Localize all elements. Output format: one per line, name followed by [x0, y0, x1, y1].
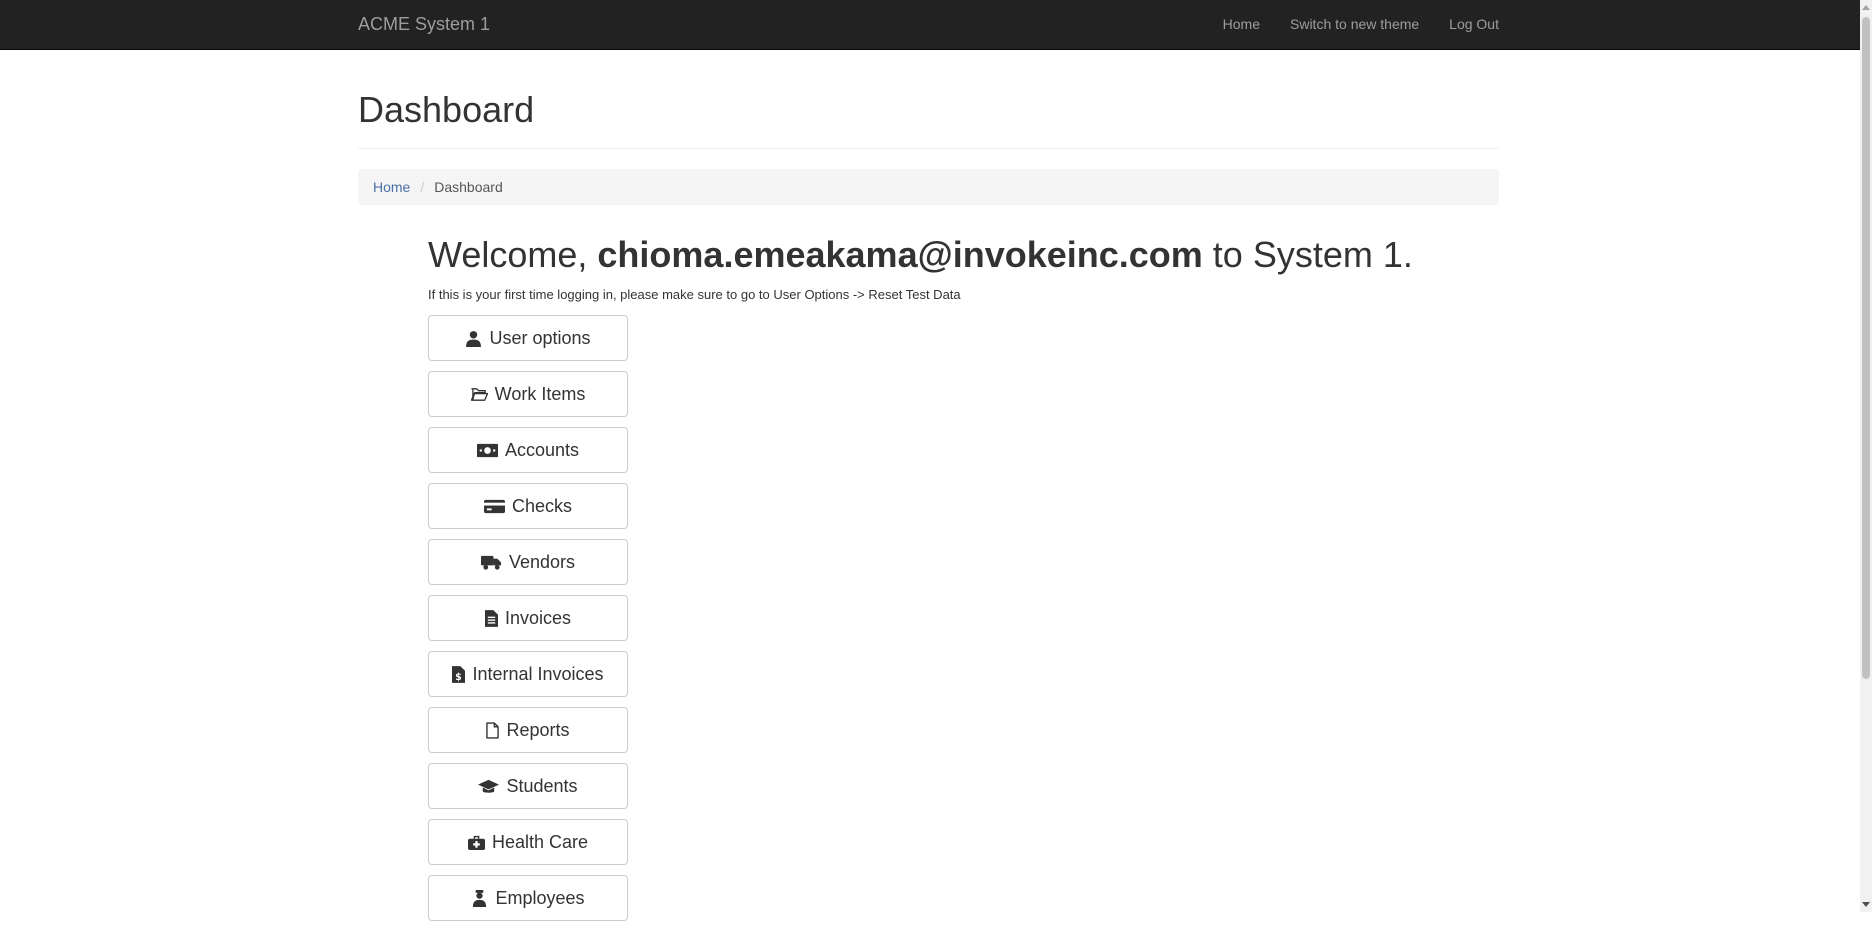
user-nurse-icon: [473, 889, 487, 907]
file-invoice-dollar-icon: $: [452, 665, 466, 683]
employees-button[interactable]: Employees: [428, 875, 628, 921]
svg-text:$: $: [456, 672, 462, 683]
welcome-prefix: Welcome,: [428, 234, 588, 275]
work-items-button[interactable]: Work Items: [428, 371, 628, 417]
scrollbar-thumb[interactable]: [1862, 17, 1870, 679]
health-care-button[interactable]: Health Care: [428, 819, 628, 865]
graduation-cap-icon: [478, 779, 500, 793]
user-options-button[interactable]: User options: [428, 315, 628, 361]
navbar-links: Home Switch to new theme Log Out: [1223, 16, 1499, 32]
invoices-button[interactable]: Invoices: [428, 595, 628, 641]
money-bill-icon: [476, 443, 498, 457]
internal-invoices-button[interactable]: $ Internal Invoices: [428, 651, 628, 697]
dashboard-button-list: User options Work Items Accounts Checks …: [428, 315, 628, 931]
welcome-suffix: to System 1.: [1212, 234, 1413, 275]
brand-link[interactable]: ACME System 1: [358, 14, 490, 35]
accounts-label: Accounts: [504, 439, 580, 460]
vendors-label: Vendors: [508, 551, 576, 572]
invoices-label: Invoices: [504, 607, 572, 628]
breadcrumb-current: Dashboard: [434, 179, 503, 195]
file-icon: [486, 721, 500, 739]
students-label: Students: [506, 775, 578, 796]
health-care-label: Health Care: [491, 831, 589, 852]
reports-label: Reports: [506, 719, 570, 740]
internal-invoices-label: Internal Invoices: [472, 663, 604, 684]
welcome-heading: Welcome, chioma.emeakama@invokeinc.com t…: [428, 235, 1413, 275]
page-title: Dashboard: [358, 89, 535, 130]
top-navbar: ACME System 1 Home Switch to new theme L…: [0, 0, 1860, 50]
vertical-scrollbar[interactable]: [1860, 0, 1872, 912]
welcome-user: chioma.emeakama@invokeinc.com: [597, 234, 1203, 275]
vendors-button[interactable]: Vendors: [428, 539, 628, 585]
main-container: Dashboard Home / Dashboard Welcome, chio…: [358, 50, 1499, 921]
first-login-hint: If this is your first time logging in, p…: [428, 287, 961, 302]
user-icon: [466, 330, 482, 347]
accounts-button[interactable]: Accounts: [428, 427, 628, 473]
employees-label: Employees: [495, 887, 585, 908]
user-options-label: User options: [489, 327, 591, 348]
file-invoice-icon: [484, 609, 498, 627]
breadcrumb-separator: /: [420, 179, 425, 195]
credit-card-icon: [483, 499, 505, 513]
nav-home-link[interactable]: Home: [1223, 16, 1260, 32]
scroll-down-arrow-icon[interactable]: [1862, 902, 1870, 907]
scroll-up-arrow-icon[interactable]: [1862, 5, 1870, 10]
nav-logout-link[interactable]: Log Out: [1449, 16, 1499, 32]
breadcrumb: Home / Dashboard: [358, 169, 1499, 205]
checks-label: Checks: [511, 495, 573, 516]
medical-kit-icon: [467, 835, 485, 850]
folder-open-icon: [470, 387, 488, 401]
truck-icon: [480, 555, 502, 570]
work-items-label: Work Items: [494, 383, 586, 404]
students-button[interactable]: Students: [428, 763, 628, 809]
breadcrumb-home-link[interactable]: Home: [373, 179, 410, 195]
checks-button[interactable]: Checks: [428, 483, 628, 529]
title-divider: [358, 148, 1499, 149]
reports-button[interactable]: Reports: [428, 707, 628, 753]
nav-switch-theme-link[interactable]: Switch to new theme: [1290, 16, 1419, 32]
